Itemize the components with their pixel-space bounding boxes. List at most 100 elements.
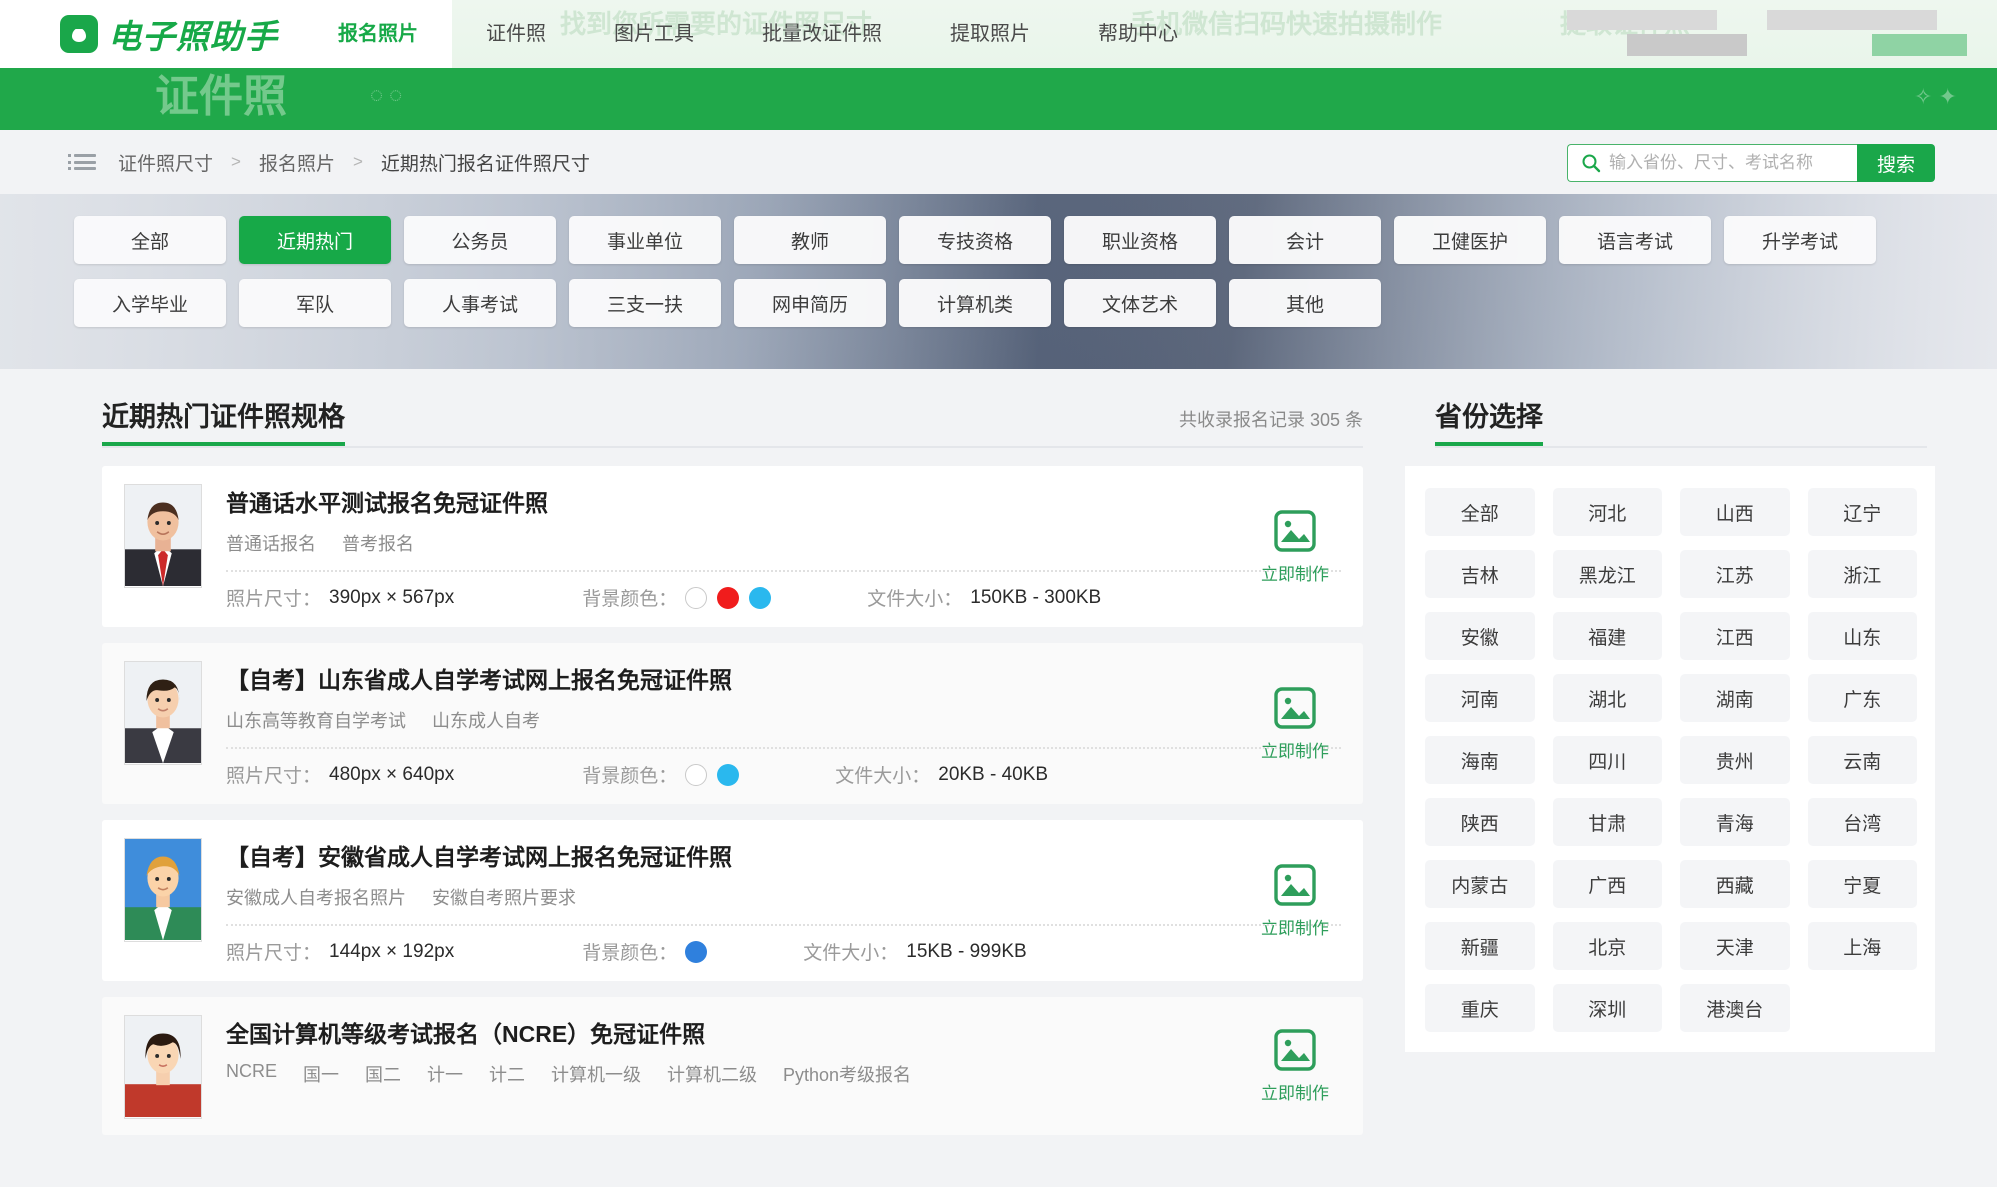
card-content: 全国计算机等级考试报名（NCRE）免冠证件照 NCRE 国一 国二 计一 计二 … — [226, 1015, 1341, 1119]
card-tag[interactable]: 国一 — [303, 1061, 339, 1087]
breadcrumb-item-0[interactable]: 证件照尺寸 — [118, 149, 213, 176]
province-chip-gangaotai[interactable]: 港澳台 — [1680, 984, 1790, 1032]
breadcrumb-bar: 证件照尺寸 > 报名照片 > 近期热门报名证件照尺寸 搜索 — [0, 130, 1997, 194]
make-now-button[interactable]: 立即制作 — [1261, 686, 1329, 762]
breadcrumb-item-1[interactable]: 报名照片 — [259, 149, 335, 176]
card-title[interactable]: 【自考】安徽省成人自学考试网上报名免冠证件照 — [226, 838, 1341, 872]
card-title[interactable]: 普通话水平测试报名免冠证件照 — [226, 484, 1341, 518]
card-tag[interactable]: 计一 — [427, 1061, 463, 1087]
category-chip-jinqiremen[interactable]: 近期热门 — [239, 216, 391, 264]
category-chip-sanzhiyifu[interactable]: 三支一扶 — [569, 279, 721, 327]
province-chip-qinghai[interactable]: 青海 — [1680, 798, 1790, 846]
category-chip-jisuanjilei[interactable]: 计算机类 — [899, 279, 1051, 327]
province-chip-yunnan[interactable]: 云南 — [1807, 736, 1917, 784]
province-chip-hubei[interactable]: 湖北 — [1552, 674, 1662, 722]
province-chip-beijing[interactable]: 北京 — [1552, 922, 1662, 970]
province-chip-gansu[interactable]: 甘肃 — [1552, 798, 1662, 846]
make-now-button[interactable]: 立即制作 — [1261, 1028, 1329, 1104]
province-chip-jiangsu[interactable]: 江苏 — [1680, 550, 1790, 598]
result-card[interactable]: 全国计算机等级考试报名（NCRE）免冠证件照 NCRE 国一 国二 计一 计二 … — [102, 997, 1363, 1135]
province-chip-shenzhen[interactable]: 深圳 — [1552, 984, 1662, 1032]
redacted-nav-region-3 — [1767, 10, 1937, 30]
card-tag[interactable]: 国二 — [365, 1061, 401, 1087]
province-chip-anhui[interactable]: 安徽 — [1425, 612, 1535, 660]
nav-item-bangzhuzhongxin[interactable]: 帮助中心 — [1064, 0, 1212, 68]
card-title[interactable]: 全国计算机等级考试报名（NCRE）免冠证件照 — [226, 1015, 1341, 1049]
result-card[interactable]: 【自考】安徽省成人自学考试网上报名免冠证件照 安徽成人自考报名照片 安徽自考照片… — [102, 820, 1363, 981]
province-chip-hainan[interactable]: 海南 — [1425, 736, 1535, 784]
search-field[interactable] — [1566, 144, 1857, 182]
card-tag[interactable]: 安徽成人自考报名照片 — [226, 884, 406, 910]
province-chip-jiangxi[interactable]: 江西 — [1680, 612, 1790, 660]
category-chip-wangshenjianli[interactable]: 网申简历 — [734, 279, 886, 327]
province-chip-zhejiang[interactable]: 浙江 — [1807, 550, 1917, 598]
province-chip-guangxi[interactable]: 广西 — [1552, 860, 1662, 908]
province-chip-shandong[interactable]: 山东 — [1807, 612, 1917, 660]
make-now-button[interactable]: 立即制作 — [1261, 863, 1329, 939]
result-card[interactable]: 【自考】山东省成人自学考试网上报名免冠证件照 山东高等教育自学考试 山东成人自考… — [102, 643, 1363, 804]
meta-bg-label: 背景颜色： — [582, 766, 678, 787]
category-chip-qita[interactable]: 其他 — [1229, 279, 1381, 327]
card-tag[interactable]: 安徽自考照片要求 — [432, 884, 576, 910]
province-chip-taiwan[interactable]: 台湾 — [1807, 798, 1917, 846]
province-chip-jilin[interactable]: 吉林 — [1425, 550, 1535, 598]
category-chip-ruxuebiye[interactable]: 入学毕业 — [74, 279, 226, 327]
make-now-button[interactable]: 立即制作 — [1261, 509, 1329, 585]
card-tag[interactable]: 计算机二级 — [667, 1061, 757, 1087]
card-tag[interactable]: 普考报名 — [342, 530, 414, 556]
category-chip-jiaoshi[interactable]: 教师 — [734, 216, 886, 264]
province-chip-shaanxi[interactable]: 陕西 — [1425, 798, 1535, 846]
province-chip-guangdong[interactable]: 广东 — [1807, 674, 1917, 722]
province-chip-xizang[interactable]: 西藏 — [1680, 860, 1790, 908]
category-chip-zhiyezige[interactable]: 职业资格 — [1064, 216, 1216, 264]
card-tag[interactable]: Python考级报名 — [783, 1061, 911, 1087]
image-icon — [1274, 509, 1316, 552]
nav-item-tiquzhaopian[interactable]: 提取照片 — [916, 0, 1064, 68]
province-chip-tianjin[interactable]: 天津 — [1680, 922, 1790, 970]
card-tag[interactable]: 计二 — [489, 1061, 525, 1087]
province-chip-neimenggu[interactable]: 内蒙古 — [1425, 860, 1535, 908]
category-chip-shengxuekaoshi[interactable]: 升学考试 — [1724, 216, 1876, 264]
category-chip-quanbu[interactable]: 全部 — [74, 216, 226, 264]
card-tag[interactable]: 山东成人自考 — [432, 707, 540, 733]
category-chip-weijianyihu[interactable]: 卫健医护 — [1394, 216, 1546, 264]
nav-item-baomingzhaopian[interactable]: 报名照片 — [304, 0, 452, 68]
search-button[interactable]: 搜索 — [1856, 144, 1935, 182]
swatch-dblue — [685, 940, 708, 963]
category-chip-zhuanjizige[interactable]: 专技资格 — [899, 216, 1051, 264]
category-chip-gongwuyuan[interactable]: 公务员 — [404, 216, 556, 264]
province-chip-shanxi[interactable]: 山西 — [1680, 488, 1790, 536]
card-tag[interactable]: 普通话报名 — [226, 530, 316, 556]
province-chip-guizhou[interactable]: 贵州 — [1680, 736, 1790, 784]
card-tag[interactable]: NCRE — [226, 1061, 277, 1087]
province-chip-sichuan[interactable]: 四川 — [1552, 736, 1662, 784]
province-chip-quanbu[interactable]: 全部 — [1425, 488, 1535, 536]
card-tag[interactable]: 计算机一级 — [551, 1061, 641, 1087]
province-chip-hebei[interactable]: 河北 — [1552, 488, 1662, 536]
card-tags: 山东高等教育自学考试 山东成人自考 — [226, 707, 1341, 733]
nav-item-zhengjianzhao[interactable]: 证件照 — [452, 0, 580, 68]
nav-item-tupiangongju[interactable]: 图片工具 — [580, 0, 728, 68]
card-tag[interactable]: 山东高等教育自学考试 — [226, 707, 406, 733]
site-logo[interactable]: 电子照助手 — [0, 0, 304, 68]
category-chip-shiyedanwei[interactable]: 事业单位 — [569, 216, 721, 264]
province-chip-ningxia[interactable]: 宁夏 — [1807, 860, 1917, 908]
result-card[interactable]: 普通话水平测试报名免冠证件照 普通话报名 普考报名 照片尺寸： 390px × … — [102, 466, 1363, 627]
province-chip-xinjiang[interactable]: 新疆 — [1425, 922, 1535, 970]
category-chip-jundui[interactable]: 军队 — [239, 279, 391, 327]
card-title[interactable]: 【自考】山东省成人自学考试网上报名免冠证件照 — [226, 661, 1341, 695]
province-chip-henan[interactable]: 河南 — [1425, 674, 1535, 722]
category-chip-renshikaoshi[interactable]: 人事考试 — [404, 279, 556, 327]
province-chip-fujian[interactable]: 福建 — [1552, 612, 1662, 660]
category-chip-kuaiji[interactable]: 会计 — [1229, 216, 1381, 264]
nav-item-piliang[interactable]: 批量改证件照 — [728, 0, 916, 68]
province-chip-chongqing[interactable]: 重庆 — [1425, 984, 1535, 1032]
search-input[interactable] — [1608, 153, 1847, 173]
province-chip-liaoning[interactable]: 辽宁 — [1807, 488, 1917, 536]
province-panel: 全部 河北 山西 辽宁 吉林 黑龙江 江苏 浙江 安徽 福建 江西 山东 河南 … — [1405, 466, 1935, 1052]
province-chip-shanghai[interactable]: 上海 — [1807, 922, 1917, 970]
category-chip-wentiyishu[interactable]: 文体艺术 — [1064, 279, 1216, 327]
province-chip-hunan[interactable]: 湖南 — [1680, 674, 1790, 722]
province-chip-heilongjiang[interactable]: 黑龙江 — [1552, 550, 1662, 598]
category-chip-yuyankaoshi[interactable]: 语言考试 — [1559, 216, 1711, 264]
